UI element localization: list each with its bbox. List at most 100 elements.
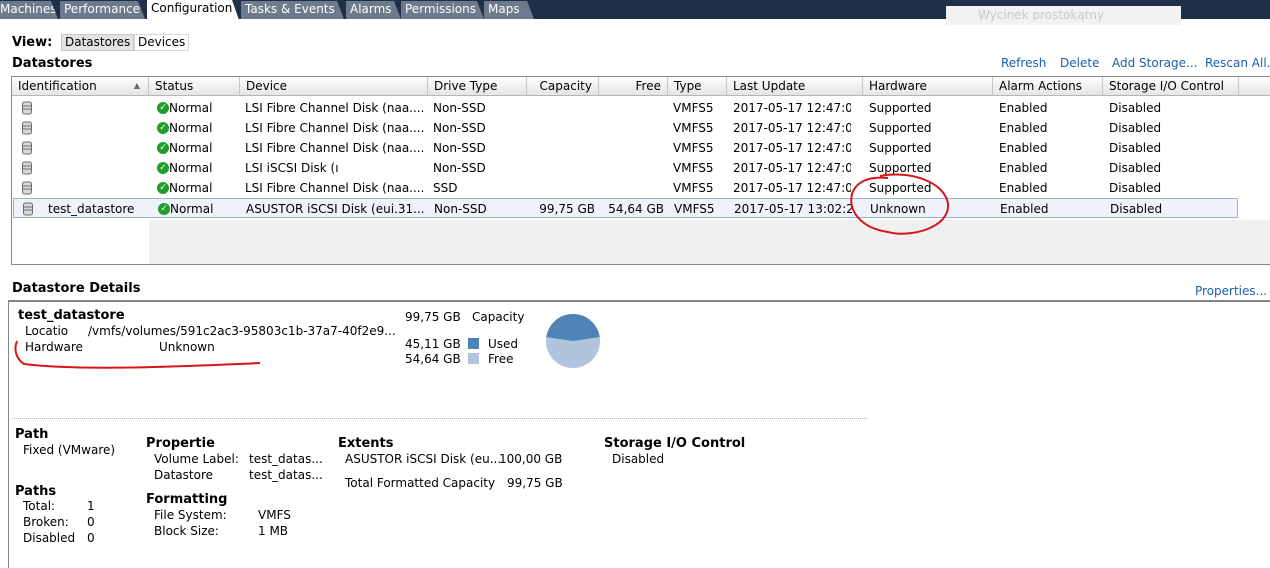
volume-label-label: Volume Label: [154,452,239,466]
cell-drive: Non-SSD [433,141,486,155]
annotation-underline [14,340,261,369]
path-value: Fixed (VMware) [23,443,116,457]
datastore-label: Datastore [154,468,214,482]
cell-updated: 2017-05-17 13:02:2 [734,202,852,216]
column-header-last-update[interactable]: Last Update [727,77,863,96]
delete-link[interactable]: Delete [1060,56,1099,70]
column-header-alarm-actions[interactable]: Alarm Actions [993,77,1103,96]
annotation-circle [850,173,950,235]
cell-device: LSI Fibre Channel Disk (naa.... [245,101,425,115]
cell-drive: Non-SSD [433,161,486,175]
cell-capacity [514,158,594,178]
usage-pie-chart [546,314,600,368]
cell-updated: 2017-05-17 12:47:04 [733,181,851,195]
status-ok-icon: ✓ [157,142,169,154]
extents-title: Extents [338,436,394,451]
datastore-value: test_datas... [249,468,323,482]
cell-free [583,178,663,198]
paths-disabled-label: Disabled [23,531,76,545]
tab-machines[interactable]: Machines [0,1,58,19]
total-formatted-capacity-label: Total Formatted Capacity [345,476,496,490]
paths-total-label: Total: [23,499,56,513]
tab-configuration[interactable]: Configuration [147,0,239,20]
free-value: 54,64 GB [405,352,461,366]
cell-type: VMFS5 [673,101,714,115]
details-datastore-name: test_datastore [18,308,125,323]
cell-sioc: Disabled [1109,101,1162,115]
cell-type: VMFS5 [673,181,714,195]
cell-hw: Supported [869,101,932,115]
table-row[interactable]: ✓ Normal LSI Fibre Channel Disk (naa.... SS… [12,178,1270,198]
column-header-type[interactable]: Type [668,77,727,96]
cell-capacity [514,138,594,158]
column-header-device[interactable]: Device [240,77,428,96]
cell-status: Normal [169,101,213,115]
view-devices-button[interactable]: Devices [134,34,190,51]
cell-drive: Non-SSD [434,202,487,216]
cell-updated: 2017-05-17 12:47:04 [733,101,851,115]
block-size-value: 1 MB [258,524,289,538]
column-header-free[interactable]: Free [599,77,668,96]
add-storage-link[interactable]: Add Storage... [1112,56,1197,70]
properties-link[interactable]: Properties... [1195,284,1267,298]
cell-device: LSI Fibre Channel Disk (naa.... [245,121,425,135]
cell-free [583,158,663,178]
rescan-all-link[interactable]: Rescan All... [1205,56,1270,70]
tab-tasks-events[interactable]: Tasks & Events [241,1,344,19]
refresh-link[interactable]: Refresh [1001,56,1046,70]
free-legend-swatch [468,353,479,364]
snipping-watermark: Wycinek prostokątny [946,6,1181,25]
cell-updated: 2017-05-17 12:47:04 [733,141,851,155]
cell-status: Normal [169,161,213,175]
column-header-status[interactable]: Status [149,77,240,96]
cell-sioc: Disabled [1109,121,1162,135]
cell-status: Normal [169,141,213,155]
cell-updated: 2017-05-17 12:47:04 [733,121,851,135]
cell-drive: SSD [433,181,458,195]
details-divider [12,418,867,419]
cell-drive: Non-SSD [433,101,486,115]
datastore-icon [22,181,32,195]
cell-sioc: Disabled [1109,141,1162,155]
cell-hw: Supported [869,121,932,135]
table-row[interactable]: ✓ Normal LSI Fibre Channel Disk (naa.... No… [12,138,1270,158]
location-value: /vmfs/volumes/591c2ac3-95803c1b-37a7-40f… [88,324,396,338]
cell-device: LSI iSCSI Disk (ı [245,161,339,175]
view-datastores-button[interactable]: Datastores [61,34,135,51]
paths-total-value: 1 [87,499,95,513]
tab-permissions[interactable]: Permissions [401,1,484,19]
properties-title: Propertie [146,436,215,451]
table-row[interactable]: test_datastore ✓ Normal ASUSTOR iSCSI Disk … [13,198,1238,218]
table-row[interactable]: ✓ Normal LSI Fibre Channel Disk (naa.... No… [12,118,1270,138]
cell-free [583,138,663,158]
cell-free [583,98,663,118]
cell-alarm: Enabled [999,121,1048,135]
column-header-drive-type[interactable]: Drive Type [428,77,527,96]
table-row[interactable]: ✓ Normal LSI iSCSI Disk (ı Non-SSD VMFS5 2017… [12,158,1270,178]
column-header-hardware-acceleration[interactable]: Hardware Accelerati... [863,77,993,96]
tab-performance[interactable]: Performance [60,1,145,19]
cell-status: Normal [169,181,213,195]
cell-alarm: Enabled [999,141,1048,155]
sort-ascending-icon: ▲ [133,81,140,90]
paths-title: Paths [15,484,57,499]
capacity-label: Capacity [472,310,525,324]
path-title: Path [15,427,49,442]
tab-maps[interactable]: Maps [484,1,534,19]
cell-device: LSI Fibre Channel Disk (naa.... [245,181,425,195]
column-header-identification[interactable]: Identification ▲ [12,77,149,96]
status-ok-icon: ✓ [157,162,169,174]
cell-device: LSI Fibre Channel Disk (naa.... [245,141,425,155]
cell-identification: test_datastore [48,202,135,216]
datastore-icon [22,141,32,155]
extent-disk: ASUSTOR iSCSI Disk (eu... [345,452,502,466]
cell-capacity [514,118,594,138]
free-label: Free [488,352,514,366]
column-header-capacity[interactable]: Capacity [527,77,599,96]
column-header-storage-io-control[interactable]: Storage I/O Control [1103,77,1239,96]
location-label: Locatio [25,324,69,338]
table-row[interactable]: ✓ Normal LSI Fibre Channel Disk (naa.... No… [12,98,1270,118]
paths-broken-value: 0 [87,515,95,529]
cell-updated: 2017-05-17 12:47:04 [733,161,851,175]
tab-alarms[interactable]: Alarms [346,1,401,19]
